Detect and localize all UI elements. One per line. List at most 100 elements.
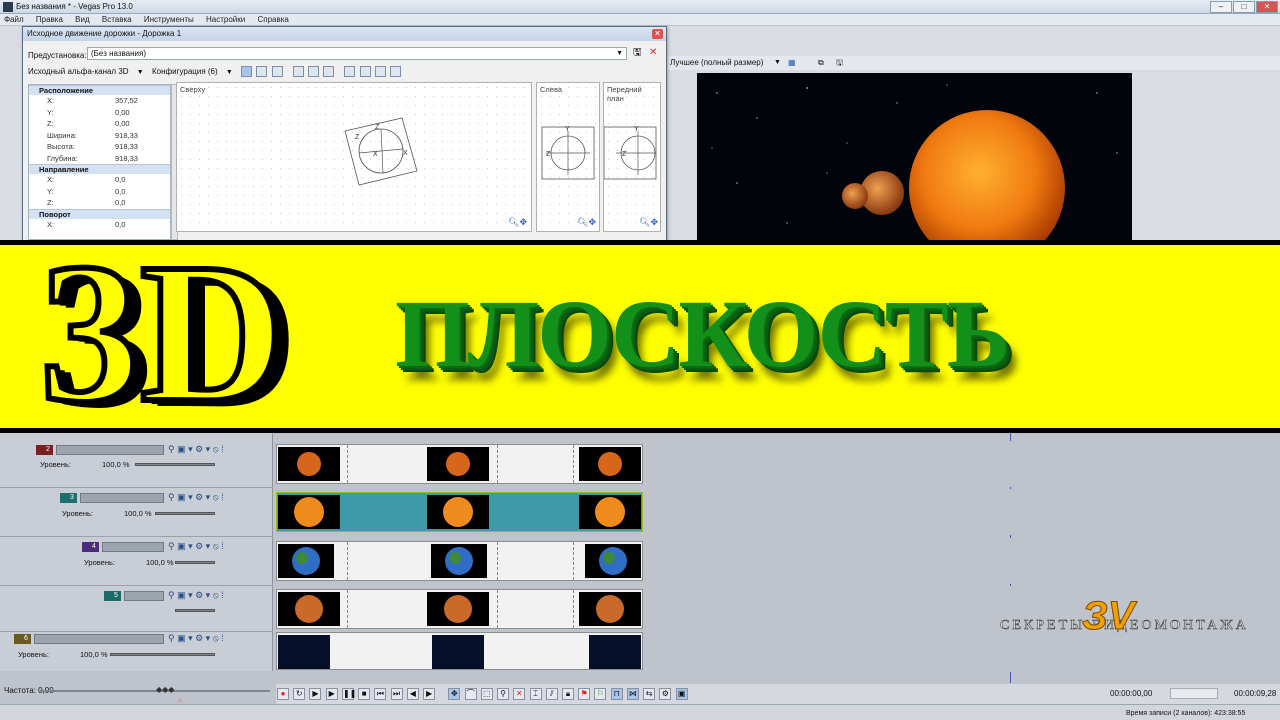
zoom-tool[interactable]: ⚲	[497, 688, 510, 700]
section-orientation[interactable]: Направление	[29, 164, 170, 174]
view-1-icon[interactable]	[344, 66, 356, 77]
go-start-button[interactable]: ⏮	[374, 688, 387, 700]
level-slider[interactable]	[155, 512, 215, 515]
menu-tools[interactable]: Инструменты	[144, 14, 194, 26]
prop-value[interactable]: 918,33	[115, 130, 138, 142]
level-slider[interactable]	[175, 609, 215, 612]
front-view-canvas[interactable]: Передний план YZ 🔍︎✥	[603, 82, 661, 232]
preset-select[interactable]: (Без названия) ▼	[87, 47, 627, 60]
zoom-icon[interactable]: 🔍︎✥	[577, 217, 596, 228]
level-slider[interactable]	[135, 463, 215, 466]
video-clip[interactable]	[276, 541, 643, 581]
view-2-icon[interactable]	[359, 66, 371, 77]
maximize-button[interactable]: □	[1233, 1, 1255, 13]
track-header-4[interactable]: 4 Уровень: 100,0 % ⚲ ▣ ▾ ⚙ ▾ ⦸ ⁞	[0, 538, 273, 586]
minimize-button[interactable]: –	[1210, 1, 1232, 13]
lock-button[interactable]: 🔒︎	[561, 688, 574, 700]
menu-view[interactable]: Вид	[75, 14, 89, 26]
edit-mode-icon[interactable]	[241, 66, 253, 77]
rotate-icon[interactable]	[256, 66, 268, 77]
ripple-button[interactable]: ⇆	[643, 688, 656, 700]
dialog-close-button[interactable]: ✕	[652, 29, 663, 39]
grid-icon[interactable]: ▦	[788, 56, 796, 70]
left-view-canvas[interactable]: Слева YZ 🔍︎✥	[536, 82, 600, 232]
top-view-gizmo[interactable]: Z Z X X	[337, 113, 427, 198]
snap-button[interactable]: ⊓	[610, 688, 623, 700]
lock-x-icon[interactable]	[292, 66, 304, 77]
zoom-icon[interactable]: 🔍︎✥	[508, 217, 527, 228]
close-button[interactable]: ✕	[1256, 1, 1278, 13]
section-position[interactable]: Расположение	[29, 85, 170, 95]
normal-edit-tool[interactable]: ✥	[448, 688, 461, 700]
region-button[interactable]: ⚐	[594, 688, 607, 700]
preview-quality-select[interactable]: Лучшее (полный размер)	[670, 56, 763, 70]
config-select[interactable]: Конфигурация (6)	[152, 67, 218, 76]
autocrossfade-button[interactable]: ⋈	[626, 688, 639, 700]
menu-edit[interactable]: Правка	[36, 14, 63, 26]
scale-icon[interactable]	[271, 66, 283, 77]
prop-value[interactable]: 0,0	[115, 197, 125, 209]
selection-tool[interactable]: ⬚	[480, 688, 493, 700]
track-name-field[interactable]	[102, 542, 164, 552]
chevron-down-icon[interactable]: ▼	[137, 69, 144, 76]
menu-insert[interactable]: Вставка	[102, 14, 132, 26]
video-clip-selected[interactable]	[276, 492, 643, 532]
front-view-gizmo[interactable]: YZ	[603, 123, 661, 188]
alpha-channel-select[interactable]: Исходный альфа-канал 3D	[28, 67, 129, 76]
track-header-5[interactable]: 5 ⚲ ▣ ▾ ⚙ ▾ ⦸ ⁞	[0, 587, 273, 632]
top-view-canvas[interactable]: Сверху Z Z X X 🔍︎✥	[176, 82, 532, 232]
save-preset-icon[interactable]: 🖫	[633, 48, 642, 58]
prop-value[interactable]: 918,33	[115, 153, 138, 165]
section-rotation[interactable]: Поворот	[29, 208, 170, 219]
track-name-field[interactable]	[56, 445, 164, 455]
rate-slider[interactable]	[40, 690, 270, 692]
track-header-6[interactable]: 6 Уровень: 100,0 % ⚲ ▣ ▾ ⚙ ▾ ⦸ ⁞	[0, 633, 273, 671]
track-fx-icons[interactable]: ⚲ ▣ ▾ ⚙ ▾ ⦸ ⁞	[168, 492, 224, 503]
track-name-field[interactable]	[80, 493, 164, 503]
prop-value[interactable]: 0,00	[115, 107, 130, 119]
rate-handle[interactable]: ◆◆◆	[156, 685, 174, 694]
next-frame-button[interactable]: ▶	[423, 688, 436, 700]
view-4-icon[interactable]	[390, 66, 402, 77]
video-clip[interactable]	[276, 444, 643, 484]
menu-help[interactable]: Справка	[257, 14, 288, 26]
loop-button[interactable]: ↻	[293, 688, 306, 700]
pause-button[interactable]: ❚❚	[341, 688, 356, 700]
prop-value[interactable]: 0,0	[115, 219, 125, 231]
video-clip[interactable]	[276, 589, 643, 629]
envelope-tool[interactable]: ⌒	[464, 688, 477, 700]
time-field[interactable]	[1170, 688, 1218, 699]
prev-frame-button[interactable]: ◀	[406, 688, 419, 700]
chevron-down-icon[interactable]: ▼	[226, 69, 233, 76]
track-header-3[interactable]: 3 Уровень: 100,0 % ⚲ ▣ ▾ ⚙ ▾ ⦸ ⁞	[0, 489, 273, 537]
marker-button[interactable]: ⚑	[578, 688, 591, 700]
zoom-icon[interactable]: 🔍︎✥	[639, 217, 658, 228]
play-button[interactable]: ▶	[325, 688, 338, 700]
view-3-icon[interactable]	[374, 66, 386, 77]
chevron-down-icon[interactable]: ▼	[616, 48, 623, 59]
copy-frame-icon[interactable]: ⧉	[818, 56, 824, 70]
record-button[interactable]: ●	[277, 688, 289, 700]
track-fx-icons[interactable]: ⚲ ▣ ▾ ⚙ ▾ ⦸ ⁞	[168, 444, 224, 455]
stop-button[interactable]: ■	[358, 688, 371, 700]
prop-value[interactable]: 0,0	[115, 186, 125, 198]
level-slider[interactable]	[110, 653, 215, 656]
video-clip[interactable]	[276, 632, 643, 670]
track-name-field[interactable]	[124, 591, 164, 601]
go-end-button[interactable]: ⏭	[390, 688, 403, 700]
menu-file[interactable]: Файл	[4, 14, 24, 26]
track-header-2[interactable]: 2 Уровень: 100,0 % ⚲ ▣ ▾ ⚙ ▾ ⦸ ⁞	[0, 441, 273, 488]
prop-value[interactable]: 0,00	[115, 118, 130, 130]
prop-value[interactable]: 357,52	[115, 95, 138, 107]
time-cursor-value[interactable]: 00:00:00,00	[1110, 689, 1152, 698]
trim-button[interactable]: ⌶	[529, 688, 542, 700]
play-from-start-button[interactable]: ▶	[309, 688, 322, 700]
level-slider[interactable]	[175, 561, 215, 564]
prop-value[interactable]: 0,0	[115, 174, 125, 186]
save-frame-icon[interactable]: 🖫	[836, 56, 843, 70]
prop-value[interactable]: 918,33	[115, 141, 138, 153]
lock-y-icon[interactable]	[308, 66, 319, 77]
time-end-value[interactable]: 00:00:09,28	[1234, 689, 1276, 698]
chevron-down-icon[interactable]: ▼	[774, 56, 781, 70]
lock-z-icon[interactable]	[323, 66, 335, 77]
